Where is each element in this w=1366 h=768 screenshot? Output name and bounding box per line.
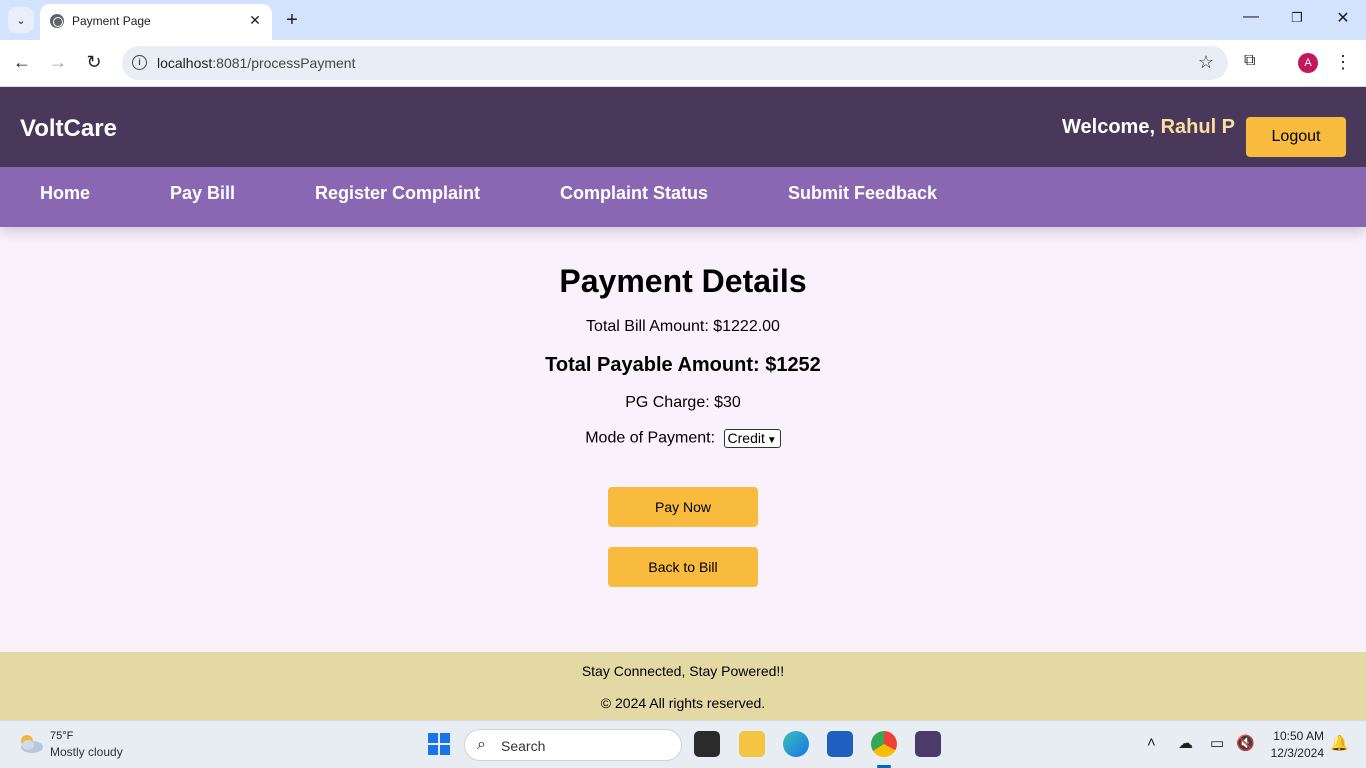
ide-app-icon[interactable]	[915, 731, 941, 757]
nav-complaint-status[interactable]: Complaint Status	[560, 183, 708, 204]
notification-bell-icon[interactable]: 🔔	[1330, 734, 1349, 752]
chrome-browser-icon[interactable]	[871, 731, 897, 757]
profile-avatar[interactable]: A	[1298, 53, 1318, 73]
network-icon[interactable]: ▭	[1210, 734, 1224, 752]
main-nav: Home Pay Bill Register Complaint Complai…	[0, 167, 1366, 227]
task-view-icon[interactable]	[694, 731, 720, 757]
footer-copyright: © 2024 All rights reserved.	[600, 695, 766, 711]
taskbar-search[interactable]: ⌕ Search	[464, 729, 682, 761]
nav-submit-feedback[interactable]: Submit Feedback	[788, 183, 937, 204]
extensions-icon[interactable]: ⧉	[1244, 52, 1255, 70]
back-to-bill-button[interactable]: Back to Bill	[608, 547, 758, 587]
back-arrow-icon[interactable]: ←	[11, 52, 33, 73]
close-window-icon[interactable]: ✕	[1331, 8, 1355, 28]
close-tab-icon[interactable]: ✕	[246, 12, 264, 29]
windows-taskbar: 75°F Mostly cloudy ⌕ Search ˄ ☁ ▭ 🔇 10:5…	[0, 720, 1366, 768]
site-header: VoltCare Welcome, Rahul P Logout	[0, 87, 1366, 167]
tab-search-dropdown-icon[interactable]: ⌄	[8, 7, 34, 33]
address-bar[interactable]: i localhost:8081/processPayment ☆	[122, 46, 1228, 80]
file-explorer-icon[interactable]	[739, 731, 765, 757]
edge-browser-icon[interactable]	[783, 731, 809, 757]
weather-temperature[interactable]: 75°F	[50, 730, 73, 742]
pg-charge: PG Charge: $30	[625, 394, 741, 411]
mode-of-payment-row: Mode of Payment: Credit ▼	[0, 429, 1366, 448]
restore-icon[interactable]: ❐	[1285, 10, 1309, 26]
user-name: Rahul P	[1160, 116, 1236, 138]
welcome-message: Welcome, Rahul P	[1062, 116, 1236, 138]
chevron-up-icon[interactable]: ˄	[1147, 734, 1156, 751]
site-footer: Stay Connected, Stay Powered!! © 2024 Al…	[0, 652, 1366, 720]
reload-icon[interactable]: ↻	[83, 52, 105, 73]
forward-arrow-icon[interactable]: →	[47, 52, 69, 73]
browser-menu-icon[interactable]: ⋮	[1334, 52, 1352, 73]
new-tab-icon[interactable]: +	[282, 8, 302, 32]
chevron-down-icon: ▼	[766, 435, 777, 446]
taskbar-search-placeholder: Search	[501, 738, 546, 754]
browser-toolbar: ← → ↻ i localhost:8081/processPayment ☆ …	[0, 40, 1366, 87]
clock-time[interactable]: 10:50 AM	[1268, 729, 1324, 743]
minimize-icon[interactable]: —	[1239, 8, 1263, 26]
browser-tab[interactable]: Payment Page ✕	[40, 4, 272, 40]
nav-register-complaint[interactable]: Register Complaint	[315, 183, 480, 204]
nav-pay-bill[interactable]: Pay Bill	[170, 183, 235, 204]
site-info-icon[interactable]: i	[132, 55, 147, 70]
microsoft-store-icon[interactable]	[827, 731, 853, 757]
pay-now-button[interactable]: Pay Now	[608, 487, 758, 527]
url-text[interactable]: localhost:8081/processPayment	[157, 55, 355, 71]
mode-of-payment-label: Mode of Payment:	[585, 429, 716, 447]
browser-tab-bar: ⌄ Payment Page ✕ + — ❐ ✕	[0, 0, 1366, 40]
total-bill-amount: Total Bill Amount: $1222.00	[586, 318, 780, 335]
globe-icon	[50, 14, 64, 28]
page-title: Payment Details	[559, 263, 807, 299]
bookmark-star-icon[interactable]: ☆	[1198, 52, 1214, 73]
nav-home[interactable]: Home	[40, 183, 90, 204]
tab-title: Payment Page	[72, 14, 151, 28]
brand-logo[interactable]: VoltCare	[20, 115, 117, 143]
clock-date[interactable]: 12/3/2024	[1268, 746, 1324, 760]
cloudy-weather-icon[interactable]	[16, 732, 44, 754]
windows-start-icon[interactable]	[428, 733, 450, 755]
payment-mode-select[interactable]: Credit ▼	[723, 429, 781, 448]
logout-button[interactable]: Logout	[1246, 117, 1346, 157]
total-payable-amount: Total Payable Amount: $1252	[545, 354, 821, 376]
payment-section: Payment Details Total Bill Amount: $1222…	[0, 227, 1366, 652]
weather-description[interactable]: Mostly cloudy	[50, 745, 123, 759]
footer-tagline: Stay Connected, Stay Powered!!	[581, 663, 785, 679]
onedrive-off-icon[interactable]: ☁	[1178, 734, 1193, 752]
volume-muted-icon[interactable]: 🔇	[1236, 734, 1255, 752]
search-icon: ⌕	[477, 736, 486, 753]
